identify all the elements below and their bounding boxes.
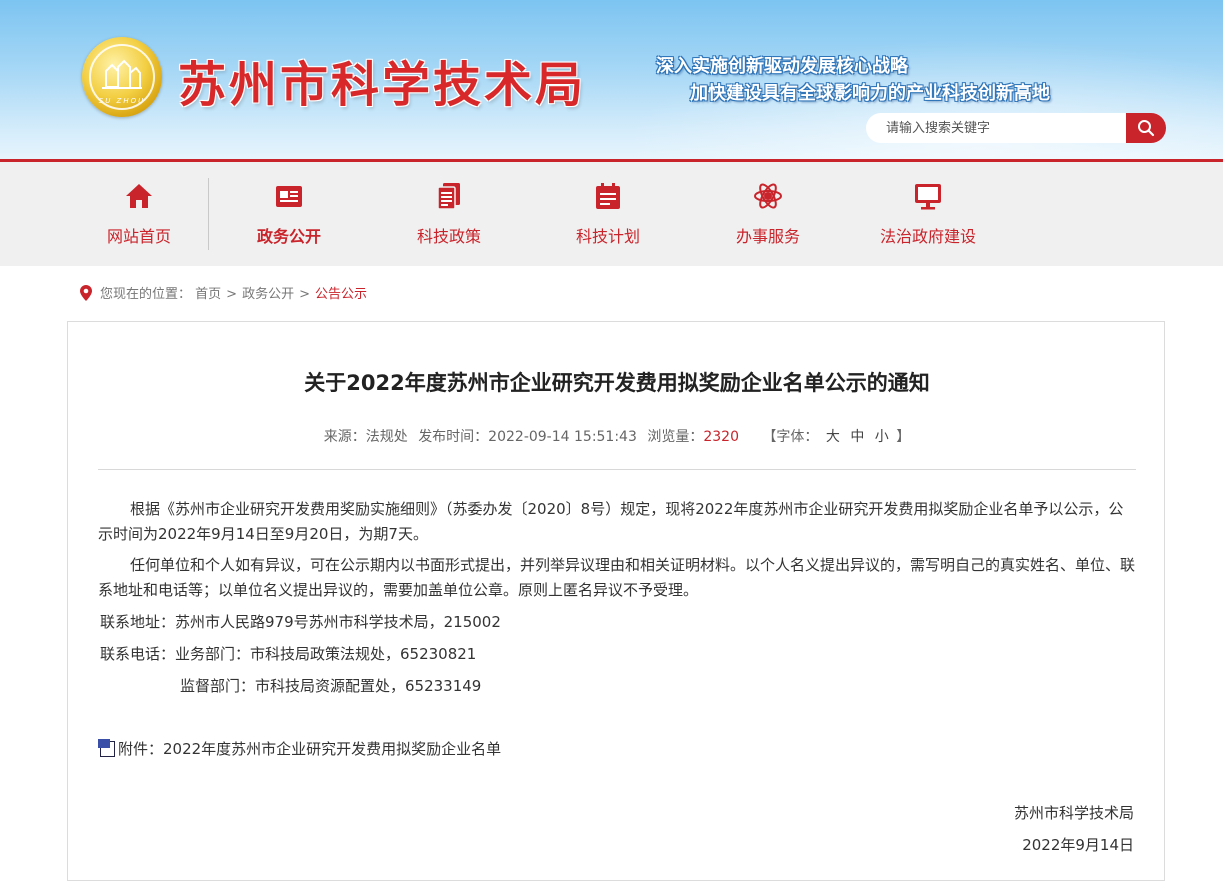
nav-item-home[interactable]: 网站首页 xyxy=(59,162,219,266)
font-size-small[interactable]: 小 xyxy=(875,429,889,445)
main-nav: 网站首页 政务公开 科技政策 科技计划 办事服务 法治政府建设 xyxy=(0,162,1223,266)
article-source: 来源：法规处 xyxy=(323,429,408,445)
nav-label: 科技政策 xyxy=(416,227,481,246)
font-size-medium[interactable]: 中 xyxy=(850,429,864,445)
search-box xyxy=(866,113,1166,143)
logo-text: SU ZHOU xyxy=(98,97,146,105)
slogan-line-1: 深入实施创新驱动发展核心战略 xyxy=(656,56,908,77)
attachment-label: 附件：2022年度苏州市企业研究开发费用拟奖励企业名单 xyxy=(118,740,502,758)
font-size-label: 【字体： xyxy=(762,429,819,445)
logo-building-icon xyxy=(102,59,142,89)
article-paragraph: 根据《苏州市企业研究开发费用奖励实施细则》（苏委办发〔2020〕8号）规定，现将… xyxy=(98,500,1124,543)
font-size-large[interactable]: 大 xyxy=(826,429,840,445)
newspaper-icon xyxy=(276,186,302,207)
article-date: 发布时间：2022-09-14 15:51:43 xyxy=(418,429,637,445)
breadcrumb-prefix: 您现在的位置： xyxy=(100,287,192,302)
location-pin-icon xyxy=(80,285,92,301)
signature-org: 苏州市科学技术局 xyxy=(1013,804,1134,822)
article-divider xyxy=(98,469,1136,470)
search-input[interactable] xyxy=(866,113,1126,143)
nav-item-tech-plan[interactable]: 科技计划 xyxy=(528,162,688,266)
nav-item-tech-policy[interactable]: 科技政策 xyxy=(369,162,529,266)
nav-item-rule-of-law[interactable]: 法治政府建设 xyxy=(848,162,1008,266)
article-body: 根据《苏州市企业研究开发费用奖励实施细则》（苏委办发〔2020〕8号）规定，现将… xyxy=(98,497,1136,609)
supervise-phone: 监督部门：市科技局资源配置处，65233149 xyxy=(180,677,482,695)
breadcrumb-government-affairs[interactable]: 政务公开 xyxy=(242,287,294,302)
signature-date: 2022年9月14日 xyxy=(1022,836,1134,854)
article-views: 2320 xyxy=(703,429,739,445)
article-views-label: 浏览量： xyxy=(647,429,704,445)
home-icon xyxy=(126,184,152,208)
nav-label: 政务公开 xyxy=(256,227,321,246)
font-size-control: 【字体： 大 中 小 】 xyxy=(762,429,910,445)
article-panel: 关于2022年度苏州市企业研究开发费用拟奖励企业名单公示的通知 来源：法规处 发… xyxy=(67,321,1165,881)
document-icon xyxy=(98,739,115,757)
search-icon xyxy=(1138,120,1155,137)
site-header: SU ZHOU 苏州市科学技术局 深入实施创新驱动发展核心战略 加快建设具有全球… xyxy=(0,0,1223,162)
article-meta: 来源：法规处 发布时间：2022-09-14 15:51:43 浏览量：2320… xyxy=(68,426,1166,446)
nav-label: 科技计划 xyxy=(575,227,640,246)
attachment-link[interactable]: 附件：2022年度苏州市企业研究开发费用拟奖励企业名单 xyxy=(98,738,502,759)
documents-icon xyxy=(437,183,460,210)
nav-item-government-affairs[interactable]: 政务公开 xyxy=(209,162,369,266)
site-logo[interactable]: SU ZHOU xyxy=(82,37,162,117)
atom-icon xyxy=(754,183,782,209)
contact-address: 联系地址：苏州市人民路979号苏州市科学技术局，215002 xyxy=(100,613,501,631)
breadcrumb: 您现在的位置： 首页 > 政务公开 > 公告公示 xyxy=(80,285,367,303)
contact-phone: 联系电话：业务部门：市科技局政策法规处，65230821 xyxy=(100,645,477,663)
nav-item-services[interactable]: 办事服务 xyxy=(688,162,848,266)
nav-label: 法治政府建设 xyxy=(879,227,976,246)
search-button[interactable] xyxy=(1126,113,1166,143)
breadcrumb-separator: > xyxy=(226,287,238,302)
article-title: 关于2022年度苏州市企业研究开发费用拟奖励企业名单公示的通知 xyxy=(304,371,930,395)
article-paragraph: 任何单位和个人如有异议，可在公示期内以书面形式提出，并列举异议理由和相关证明材料… xyxy=(98,556,1136,599)
nav-label: 办事服务 xyxy=(735,227,800,246)
slogan-line-2: 加快建设具有全球影响力的产业科技创新高地 xyxy=(690,83,1050,104)
font-size-close: 】 xyxy=(896,429,911,445)
nav-label: 网站首页 xyxy=(106,227,171,246)
breadcrumb-separator: > xyxy=(299,287,310,302)
monitor-icon xyxy=(915,184,941,210)
breadcrumb-current[interactable]: 公告公示 xyxy=(315,287,367,302)
site-title[interactable]: 苏州市科学技术局 xyxy=(178,45,586,115)
calendar-icon xyxy=(596,183,620,209)
breadcrumb-home[interactable]: 首页 xyxy=(195,287,221,302)
